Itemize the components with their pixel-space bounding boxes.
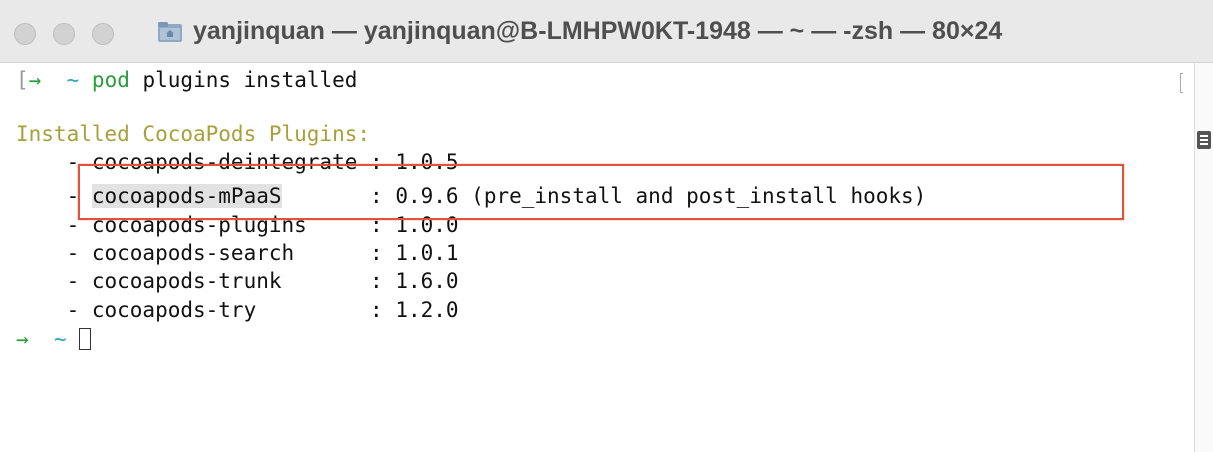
prompt-directory: ~ xyxy=(66,68,80,92)
prompt-bracket: [ xyxy=(16,68,29,92)
plugin-version: 1.0.1 xyxy=(395,241,459,265)
folder-home-icon xyxy=(158,22,182,42)
text-cursor xyxy=(79,328,92,350)
command-args: plugins installed xyxy=(129,68,358,92)
plugin-version: 1.2.0 xyxy=(395,298,459,322)
prompt-arrow-icon: → xyxy=(28,68,42,92)
scrollbar-menu-icon[interactable] xyxy=(1197,131,1211,149)
prompt-arrow-icon: → xyxy=(16,327,29,351)
plugin-row: - cocoapods-trunk : 1.6.0 xyxy=(16,269,459,293)
plugin-name: cocoapods-trunk xyxy=(91,269,282,293)
plugins-header: Installed CocoaPods Plugins: xyxy=(16,122,371,146)
prompt-line: [→ ~ pod plugins installed xyxy=(16,68,357,92)
prompt-line: → ~ xyxy=(16,327,92,351)
prompt-directory: ~ xyxy=(53,327,67,351)
plugin-version: 1.6.0 xyxy=(395,269,459,293)
highlight-annotation-box xyxy=(78,164,1124,220)
plugin-row: - cocoapods-search : 1.0.1 xyxy=(16,241,459,265)
scroll-marker xyxy=(1180,73,1183,93)
zoom-button[interactable] xyxy=(92,23,114,45)
plugin-row: - cocoapods-try : 1.2.0 xyxy=(16,298,459,322)
minimize-button[interactable] xyxy=(53,23,75,45)
plugin-name: cocoapods-search xyxy=(91,241,295,265)
close-button[interactable] xyxy=(14,23,36,45)
terminal-content[interactable]: [→ ~ pod plugins installed Installed Coc… xyxy=(0,63,1213,452)
command-name: pod xyxy=(91,68,130,92)
window-title: yanjinquan — yanjinquan@B-LMHPW0KT-1948 … xyxy=(193,17,1003,45)
plugin-name: cocoapods-try xyxy=(91,298,257,322)
window-titlebar[interactable]: yanjinquan — yanjinquan@B-LMHPW0KT-1948 … xyxy=(0,0,1213,63)
scrollbar[interactable] xyxy=(1194,63,1213,452)
